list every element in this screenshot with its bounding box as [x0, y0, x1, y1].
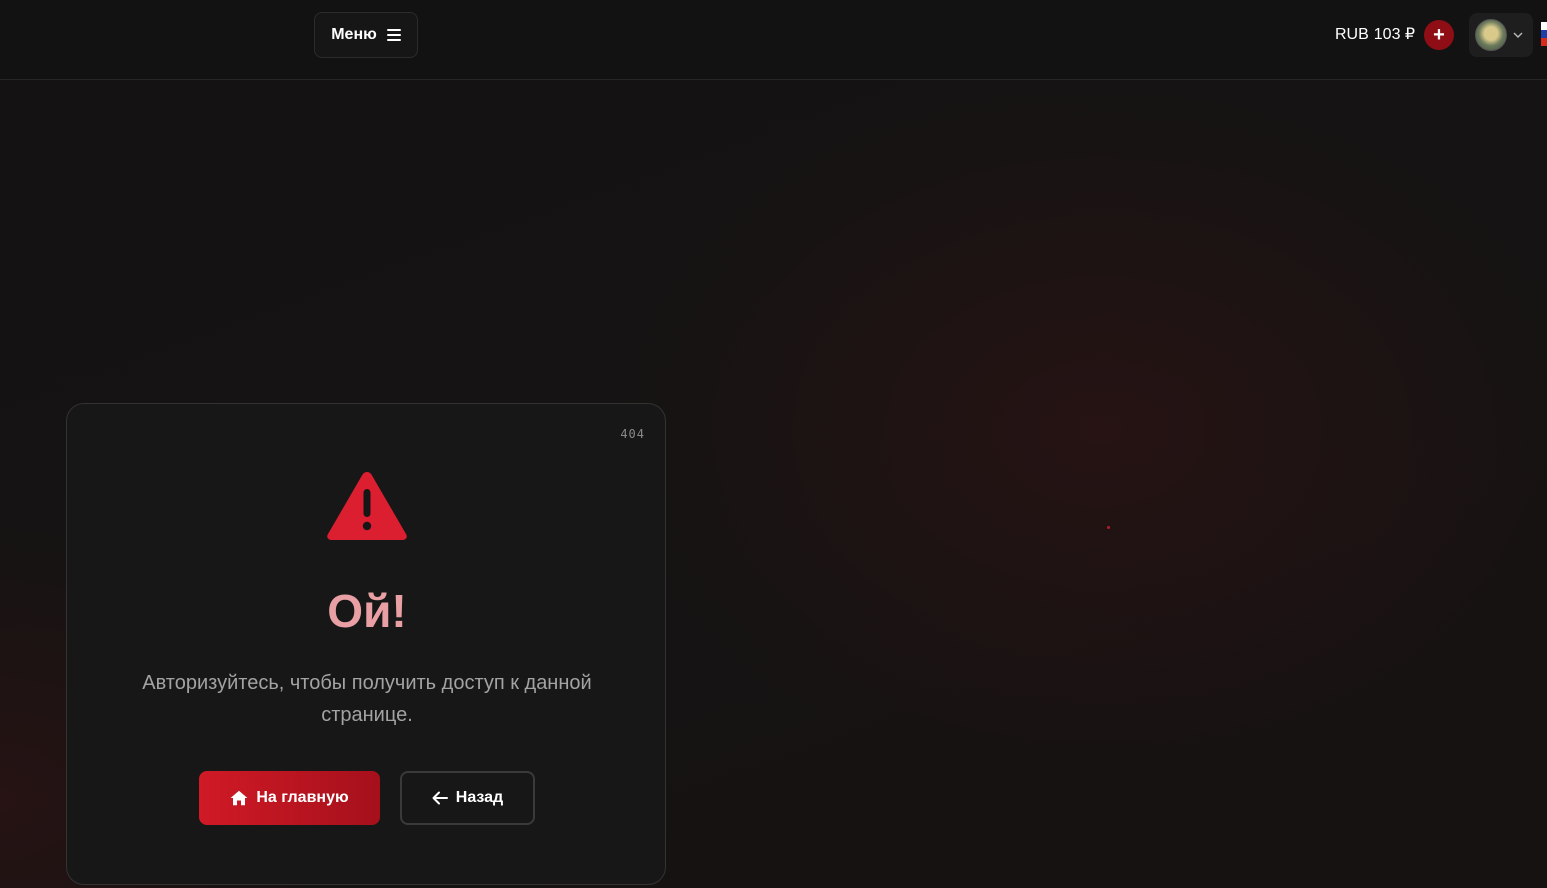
back-button-label: Назад [455, 789, 504, 806]
page: Меню RUB 103 ₽ + 404 Ой! Авторизуйтесь, … [0, 0, 1547, 888]
error-title: Ой! [327, 585, 407, 637]
arrow-left-icon [432, 791, 448, 805]
plus-icon: + [1433, 23, 1445, 46]
home-icon [230, 790, 248, 806]
balance-currency: RUB [1335, 26, 1369, 43]
error-code: 404 [620, 427, 645, 441]
user-menu-button[interactable] [1469, 13, 1533, 57]
menu-label: Меню [331, 26, 377, 43]
hamburger-icon [386, 29, 401, 41]
balance-amount: 103 ₽ [1373, 26, 1416, 43]
menu-button[interactable]: Меню [314, 12, 418, 58]
home-button-label: На главную [256, 789, 349, 806]
top-header: Меню RUB 103 ₽ + [0, 0, 1547, 80]
add-funds-button[interactable]: + [1424, 20, 1454, 50]
avatar [1475, 19, 1507, 51]
flag-ru-icon[interactable] [1541, 22, 1547, 46]
error-message: Авторизуйтесь, чтобы получить доступ к д… [142, 672, 592, 726]
back-button[interactable]: Назад [400, 771, 535, 825]
warning-triangle-icon [327, 472, 407, 540]
decorative-dot [1107, 526, 1110, 529]
error-card: 404 Ой! Авторизуйтесь, чтобы получить до… [66, 403, 666, 885]
home-button[interactable]: На главную [199, 771, 380, 825]
chevron-down-icon [1513, 30, 1523, 40]
balance-display: RUB 103 ₽ [1335, 24, 1415, 46]
